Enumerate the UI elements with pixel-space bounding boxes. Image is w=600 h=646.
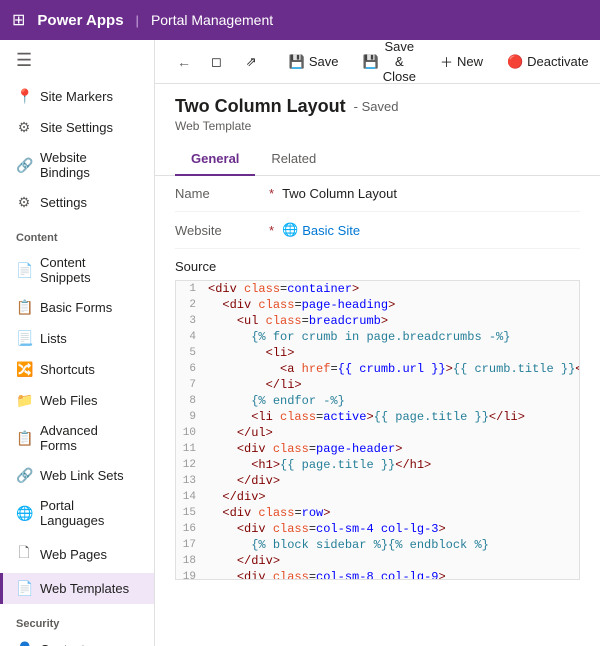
content-snippets-icon: 📄 [16, 262, 32, 279]
code-line: 19 <div class=col-sm-8 col-lg-9> [176, 569, 579, 580]
sidebar: ☰ 📍 Site Markers ⚙ Site Settings 🔗 Websi… [0, 40, 155, 646]
name-label: Name [175, 186, 265, 201]
website-label: Website [175, 223, 265, 238]
contacts-icon: 👤 [16, 641, 32, 646]
source-code-editor[interactable]: 1<div class=container> 2 <div class=page… [175, 280, 580, 580]
web-pages-icon: 🗋 [16, 542, 32, 566]
sidebar-item-portal-languages[interactable]: 🌐 Portal Languages [0, 491, 154, 535]
code-line: 11 <div class=page-header> [176, 441, 579, 457]
code-line: 14 </div> [176, 489, 579, 505]
view-icon: ◻ [211, 54, 222, 70]
page-header: Two Column Layout - Saved Web Template [155, 84, 600, 133]
code-line: 15 <div class=row> [176, 505, 579, 521]
lists-icon: 📃 [16, 330, 32, 347]
code-line: 3 <ul class=breadcrumb> [176, 313, 579, 329]
sidebar-item-site-markers[interactable]: 📍 Site Markers [0, 81, 154, 112]
web-link-sets-icon: 🔗 [16, 467, 32, 484]
sidebar-item-advanced-forms[interactable]: 📋 Advanced Forms [0, 416, 154, 460]
code-line: 9 <li class=active>{{ page.title }}</li> [176, 409, 579, 425]
form-row-website: Website * 🌐 Basic Site [175, 212, 580, 249]
page-saved-status: - Saved [354, 99, 399, 114]
sidebar-item-website-bindings[interactable]: 🔗 Website Bindings [0, 143, 154, 187]
grid-icon[interactable]: ⊞ [12, 10, 25, 30]
toolbar: ← ◻ ⇗ 💾 Save 💾 Save & Close ＋ New 🔴 [155, 40, 600, 84]
security-section-header: Security [0, 604, 154, 634]
sidebar-item-web-link-sets[interactable]: 🔗 Web Link Sets [0, 460, 154, 491]
site-markers-icon: 📍 [16, 88, 32, 105]
tab-general[interactable]: General [175, 143, 255, 176]
new-tab-icon: ⇗ [246, 54, 257, 70]
sidebar-item-web-templates[interactable]: 📄 Web Templates [0, 573, 154, 604]
code-line: 12 <h1>{{ page.title }}</h1> [176, 457, 579, 473]
code-line: 6 <a href={{ crumb.url }}>{{ crumb.title… [176, 361, 579, 377]
new-button[interactable]: ＋ New [430, 48, 493, 75]
view-button[interactable]: ◻ [201, 50, 232, 74]
globe-icon: 🌐 [282, 222, 298, 238]
code-line: 10 </ul> [176, 425, 579, 441]
hamburger-button[interactable]: ☰ [0, 40, 154, 81]
form-row-name: Name * Two Column Layout [175, 176, 580, 212]
content-section-header: Content [0, 218, 154, 248]
website-required-marker: * [269, 223, 274, 238]
basic-forms-icon: 📋 [16, 299, 32, 316]
code-line: 5 <li> [176, 345, 579, 361]
new-tab-button[interactable]: ⇗ [236, 50, 267, 74]
code-line: 2 <div class=page-heading> [176, 297, 579, 313]
code-line: 4 {% for crumb in page.breadcrumbs -%} [176, 329, 579, 345]
app-name-separator: | [136, 13, 139, 28]
sidebar-item-web-pages[interactable]: 🗋 Web Pages [0, 535, 154, 573]
sidebar-item-settings[interactable]: ⚙ Settings [0, 187, 154, 218]
deactivate-button[interactable]: 🔴 Deactivate [497, 50, 599, 74]
code-line: 18 </div> [176, 553, 579, 569]
save-icon: 💾 [289, 54, 305, 70]
deactivate-icon: 🔴 [507, 54, 523, 70]
top-bar: ⊞ Power Apps | Portal Management [0, 0, 600, 40]
layout: ☰ 📍 Site Markers ⚙ Site Settings 🔗 Websi… [0, 40, 600, 646]
name-value: Two Column Layout [282, 186, 397, 201]
sidebar-item-shortcuts[interactable]: 🔀 Shortcuts [0, 354, 154, 385]
code-line: 17 {% block sidebar %}{% endblock %} [176, 537, 579, 553]
code-line: 8 {% endfor -%} [176, 393, 579, 409]
page-subtitle: Web Template [175, 119, 580, 133]
site-settings-icon: ⚙ [16, 119, 32, 136]
portal-languages-icon: 🌐 [16, 505, 32, 522]
page-title: Two Column Layout [175, 96, 346, 117]
web-files-icon: 📁 [16, 392, 32, 409]
sidebar-item-site-settings[interactable]: ⚙ Site Settings [0, 112, 154, 143]
settings-icon: ⚙ [16, 194, 32, 211]
sidebar-item-contacts[interactable]: 👤 Contacts [0, 634, 154, 646]
save-close-button[interactable]: 💾 Save & Close [353, 40, 426, 88]
app-name: Portal Management [151, 12, 273, 28]
code-line: 1<div class=container> [176, 281, 579, 297]
app-logo: Power Apps [37, 12, 123, 29]
sidebar-item-content-snippets[interactable]: 📄 Content Snippets [0, 248, 154, 292]
back-button[interactable]: ← [171, 50, 197, 74]
sidebar-item-lists[interactable]: 📃 Lists [0, 323, 154, 354]
code-line: 13 </div> [176, 473, 579, 489]
tab-related[interactable]: Related [255, 143, 332, 176]
name-required-marker: * [269, 186, 274, 201]
code-line: 16 <div class=col-sm-4 col-lg-3> [176, 521, 579, 537]
sidebar-item-basic-forms[interactable]: 📋 Basic Forms [0, 292, 154, 323]
code-line: 7 </li> [176, 377, 579, 393]
web-templates-icon: 📄 [16, 580, 32, 597]
save-close-icon: 💾 [363, 54, 379, 70]
save-button[interactable]: 💾 Save [279, 50, 349, 74]
hamburger-icon: ☰ [16, 50, 32, 71]
advanced-forms-icon: 📋 [16, 430, 32, 447]
shortcuts-icon: 🔀 [16, 361, 32, 378]
sidebar-item-web-files[interactable]: 📁 Web Files [0, 385, 154, 416]
new-icon: ＋ [440, 52, 453, 71]
form-fields: Name * Two Column Layout Website * 🌐 Bas… [155, 176, 600, 249]
main-area: ← ◻ ⇗ 💾 Save 💾 Save & Close ＋ New 🔴 [155, 40, 600, 646]
source-label: Source [155, 249, 600, 280]
website-link[interactable]: 🌐 Basic Site [282, 222, 360, 238]
tabs: General Related [155, 143, 600, 176]
website-bindings-icon: 🔗 [16, 157, 32, 174]
